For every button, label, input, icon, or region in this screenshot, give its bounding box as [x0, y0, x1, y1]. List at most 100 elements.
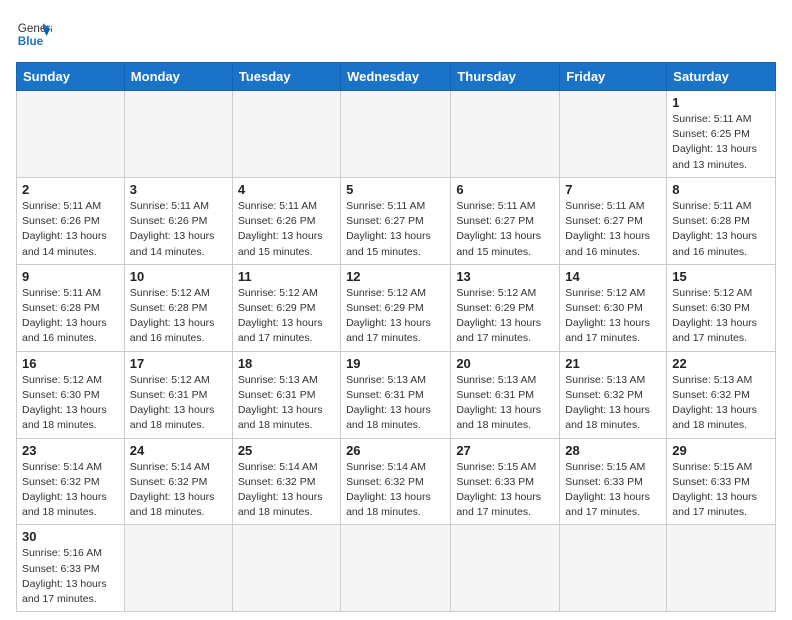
weekday-header-saturday: Saturday	[667, 63, 776, 91]
day-info: Sunrise: 5:12 AMSunset: 6:30 PMDaylight:…	[565, 286, 661, 347]
day-info: Sunrise: 5:12 AMSunset: 6:28 PMDaylight:…	[130, 286, 227, 347]
calendar-cell: 17 Sunrise: 5:12 AMSunset: 6:31 PMDayligh…	[124, 351, 232, 438]
calendar-cell: 10Sunrise: 5:12 AMSunset: 6:28 PMDayligh…	[124, 264, 232, 351]
calendar-cell: 20Sunrise: 5:13 AMSunset: 6:31 PMDayligh…	[451, 351, 560, 438]
day-number: 29	[672, 443, 770, 458]
day-info: Sunrise: 5:13 AMSunset: 6:32 PMDaylight:…	[672, 373, 770, 434]
day-info: Sunrise: 5:12 AMSunset: 6:29 PMDaylight:…	[238, 286, 335, 347]
calendar-week-row-4: 23 Sunrise: 5:14 AMSunset: 6:32 PMDayligh…	[17, 438, 776, 525]
calendar-cell: 18 Sunrise: 5:13 AMSunset: 6:31 PMDayligh…	[232, 351, 340, 438]
day-info: Sunrise: 5:15 AMSunset: 6:33 PMDaylight:…	[565, 460, 661, 521]
day-number: 6	[456, 182, 554, 197]
calendar-cell: 21 Sunrise: 5:13 AMSunset: 6:32 PMDayligh…	[560, 351, 667, 438]
calendar-cell	[341, 91, 451, 178]
day-number: 25	[238, 443, 335, 458]
calendar-cell: 9Sunrise: 5:11 AMSunset: 6:28 PMDaylight…	[17, 264, 125, 351]
calendar-week-row-1: 2Sunrise: 5:11 AMSunset: 6:26 PMDaylight…	[17, 177, 776, 264]
day-info: Sunrise: 5:13 AMSunset: 6:31 PMDaylight:…	[238, 373, 335, 434]
day-info: Sunrise: 5:13 AMSunset: 6:31 PMDaylight:…	[346, 373, 445, 434]
calendar-cell	[341, 525, 451, 612]
day-number: 15	[672, 269, 770, 284]
day-info: Sunrise: 5:15 AMSunset: 6:33 PMDaylight:…	[456, 460, 554, 521]
calendar-cell: 23 Sunrise: 5:14 AMSunset: 6:32 PMDayligh…	[17, 438, 125, 525]
calendar-cell: 19 Sunrise: 5:13 AMSunset: 6:31 PMDayligh…	[341, 351, 451, 438]
calendar-cell	[17, 91, 125, 178]
weekday-header-monday: Monday	[124, 63, 232, 91]
day-info: Sunrise: 5:12 AMSunset: 6:31 PMDaylight:…	[130, 373, 227, 434]
day-number: 28	[565, 443, 661, 458]
calendar-cell: 13 Sunrise: 5:12 AMSunset: 6:29 PMDayligh…	[451, 264, 560, 351]
weekday-header-row: SundayMondayTuesdayWednesdayThursdayFrid…	[17, 63, 776, 91]
calendar-cell	[560, 91, 667, 178]
calendar-cell: 14 Sunrise: 5:12 AMSunset: 6:30 PMDayligh…	[560, 264, 667, 351]
calendar-cell: 29Sunrise: 5:15 AMSunset: 6:33 PMDayligh…	[667, 438, 776, 525]
day-number: 23	[22, 443, 119, 458]
day-number: 4	[238, 182, 335, 197]
day-info: Sunrise: 5:12 AMSunset: 6:29 PMDaylight:…	[456, 286, 554, 347]
weekday-header-friday: Friday	[560, 63, 667, 91]
generalblue-logo-icon: General Blue	[16, 16, 52, 52]
calendar-cell	[667, 525, 776, 612]
day-number: 19	[346, 356, 445, 371]
page: General Blue SundayMondayTuesdayWednesda…	[0, 0, 792, 620]
weekday-header-wednesday: Wednesday	[341, 63, 451, 91]
day-number: 11	[238, 269, 335, 284]
day-info: Sunrise: 5:11 AMSunset: 6:25 PMDaylight:…	[672, 112, 770, 173]
logo: General Blue	[16, 16, 52, 52]
day-info: Sunrise: 5:13 AMSunset: 6:31 PMDaylight:…	[456, 373, 554, 434]
calendar-cell: 12 Sunrise: 5:12 AMSunset: 6:29 PMDayligh…	[341, 264, 451, 351]
day-number: 30	[22, 529, 119, 544]
calendar-week-row-2: 9Sunrise: 5:11 AMSunset: 6:28 PMDaylight…	[17, 264, 776, 351]
calendar-cell: 11 Sunrise: 5:12 AMSunset: 6:29 PMDayligh…	[232, 264, 340, 351]
day-number: 22	[672, 356, 770, 371]
weekday-header-thursday: Thursday	[451, 63, 560, 91]
day-number: 24	[130, 443, 227, 458]
day-info: Sunrise: 5:11 AMSunset: 6:28 PMDaylight:…	[22, 286, 119, 347]
calendar-week-row-0: 1 Sunrise: 5:11 AMSunset: 6:25 PMDaylight…	[17, 91, 776, 178]
day-number: 5	[346, 182, 445, 197]
day-info: Sunrise: 5:11 AMSunset: 6:26 PMDaylight:…	[238, 199, 335, 260]
day-info: Sunrise: 5:11 AMSunset: 6:27 PMDaylight:…	[565, 199, 661, 260]
calendar-cell	[451, 525, 560, 612]
calendar-cell	[560, 525, 667, 612]
calendar-cell: 2Sunrise: 5:11 AMSunset: 6:26 PMDaylight…	[17, 177, 125, 264]
calendar-cell: 1 Sunrise: 5:11 AMSunset: 6:25 PMDaylight…	[667, 91, 776, 178]
calendar-cell	[232, 525, 340, 612]
day-info: Sunrise: 5:14 AMSunset: 6:32 PMDaylight:…	[130, 460, 227, 521]
day-info: Sunrise: 5:11 AMSunset: 6:26 PMDaylight:…	[22, 199, 119, 260]
day-info: Sunrise: 5:14 AMSunset: 6:32 PMDaylight:…	[22, 460, 119, 521]
calendar-cell: 4 Sunrise: 5:11 AMSunset: 6:26 PMDaylight…	[232, 177, 340, 264]
day-info: Sunrise: 5:13 AMSunset: 6:32 PMDaylight:…	[565, 373, 661, 434]
day-info: Sunrise: 5:14 AMSunset: 6:32 PMDaylight:…	[346, 460, 445, 521]
day-number: 18	[238, 356, 335, 371]
day-number: 17	[130, 356, 227, 371]
calendar-week-row-5: 30 Sunrise: 5:16 AMSunset: 6:33 PMDayligh…	[17, 525, 776, 612]
calendar-cell	[124, 91, 232, 178]
calendar-cell	[451, 91, 560, 178]
day-number: 8	[672, 182, 770, 197]
calendar-cell: 27Sunrise: 5:15 AMSunset: 6:33 PMDayligh…	[451, 438, 560, 525]
day-number: 1	[672, 95, 770, 110]
day-info: Sunrise: 5:16 AMSunset: 6:33 PMDaylight:…	[22, 546, 119, 607]
day-number: 12	[346, 269, 445, 284]
day-info: Sunrise: 5:12 AMSunset: 6:29 PMDaylight:…	[346, 286, 445, 347]
day-info: Sunrise: 5:14 AMSunset: 6:32 PMDaylight:…	[238, 460, 335, 521]
day-info: Sunrise: 5:11 AMSunset: 6:26 PMDaylight:…	[130, 199, 227, 260]
day-info: Sunrise: 5:12 AMSunset: 6:30 PMDaylight:…	[672, 286, 770, 347]
calendar-cell: 22 Sunrise: 5:13 AMSunset: 6:32 PMDayligh…	[667, 351, 776, 438]
day-info: Sunrise: 5:12 AMSunset: 6:30 PMDaylight:…	[22, 373, 119, 434]
calendar-cell: 5Sunrise: 5:11 AMSunset: 6:27 PMDaylight…	[341, 177, 451, 264]
day-number: 13	[456, 269, 554, 284]
calendar-cell: 6Sunrise: 5:11 AMSunset: 6:27 PMDaylight…	[451, 177, 560, 264]
day-number: 21	[565, 356, 661, 371]
calendar-cell: 26Sunrise: 5:14 AMSunset: 6:32 PMDayligh…	[341, 438, 451, 525]
day-number: 16	[22, 356, 119, 371]
day-number: 7	[565, 182, 661, 197]
calendar-cell: 25 Sunrise: 5:14 AMSunset: 6:32 PMDayligh…	[232, 438, 340, 525]
calendar-cell: 7 Sunrise: 5:11 AMSunset: 6:27 PMDaylight…	[560, 177, 667, 264]
day-number: 14	[565, 269, 661, 284]
calendar-cell: 15 Sunrise: 5:12 AMSunset: 6:30 PMDayligh…	[667, 264, 776, 351]
calendar-cell	[124, 525, 232, 612]
calendar-cell: 28 Sunrise: 5:15 AMSunset: 6:33 PMDayligh…	[560, 438, 667, 525]
calendar-cell	[232, 91, 340, 178]
